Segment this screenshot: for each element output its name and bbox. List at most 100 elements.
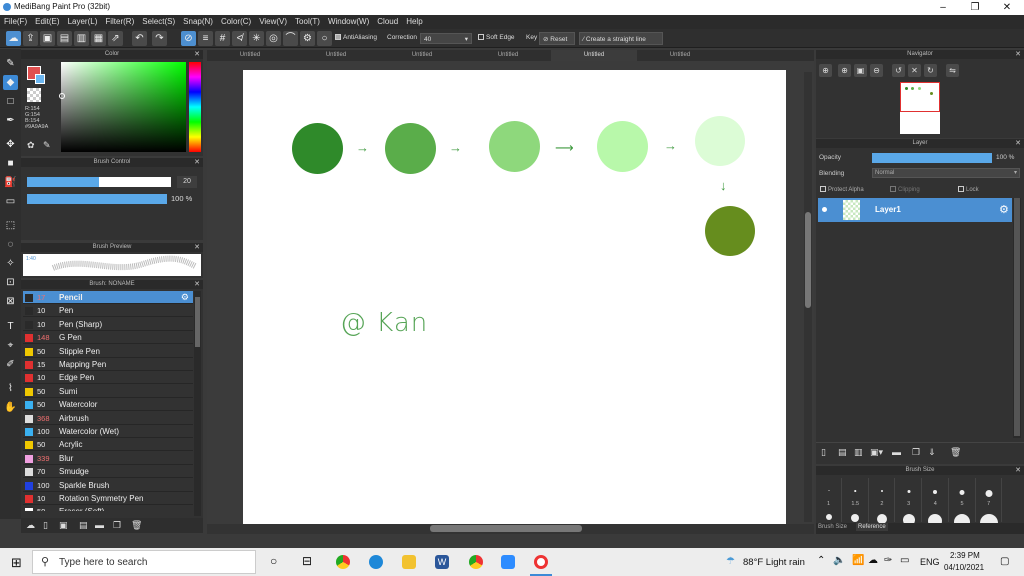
clipping-checkbox[interactable]: Clipping	[890, 186, 920, 193]
dot-tool-icon[interactable]: □	[3, 94, 18, 109]
saturation-value-picker[interactable]	[59, 62, 186, 152]
brush-size-cell[interactable]: 4	[923, 478, 949, 528]
flip-icon[interactable]: ⇋	[946, 64, 959, 77]
layer-row[interactable]: Layer1 ⚙	[818, 198, 1012, 222]
drawing-canvas[interactable]: → → ⟶ → ↓ @ Kan	[243, 70, 786, 525]
brush-item[interactable]: 15 Mapping Pen	[23, 358, 193, 371]
brush-size-cell[interactable]: 1	[816, 478, 842, 522]
minimize-icon[interactable]: –	[926, 0, 960, 15]
brush-item[interactable]: 50 Stipple Pen	[23, 345, 193, 358]
select-eraser-tool-icon[interactable]: ⊠	[3, 294, 18, 309]
battery-icon[interactable]: ▭	[900, 555, 909, 566]
text-tool-icon[interactable]: T	[3, 319, 18, 334]
rotate-left-icon[interactable]: ↺	[892, 64, 905, 77]
chrome-icon[interactable]	[336, 555, 350, 569]
blending-select[interactable]: Normal ▾	[872, 168, 1020, 178]
clock-time[interactable]: 2:39 PM	[950, 551, 980, 560]
close-icon[interactable]: ✕	[1015, 50, 1021, 59]
windows-start-icon[interactable]: ⊞	[11, 555, 22, 571]
network-icon[interactable]: 📶	[852, 555, 864, 566]
volume-icon[interactable]: 🔈	[833, 555, 845, 566]
task-view-icon[interactable]: ○	[270, 554, 277, 568]
menu-tool[interactable]: Tool(T)	[291, 15, 324, 29]
select-pen-tool-icon[interactable]: ⊡	[3, 275, 18, 290]
zoom-in-icon[interactable]: ⊕	[838, 64, 851, 77]
file-explorer-icon[interactable]	[402, 555, 416, 569]
brush-item[interactable]: 10 Pen	[23, 304, 193, 318]
redo-icon[interactable]: ↷	[152, 31, 167, 46]
canvas-horizontal-scrollbar[interactable]	[207, 524, 814, 534]
zoom-icon[interactable]: ⊕	[819, 64, 832, 77]
brush-item[interactable]: 148 G Pen	[23, 331, 193, 345]
brush-tool-icon[interactable]: ✎	[3, 56, 18, 71]
curve-snap-icon[interactable]: ⌒	[283, 31, 298, 46]
clock-date[interactable]: 04/10/2021	[944, 563, 984, 572]
menu-view[interactable]: View(V)	[255, 15, 291, 29]
menu-edit[interactable]: Edit(E)	[31, 15, 63, 29]
concentric-snap-icon[interactable]: ◎	[266, 31, 281, 46]
brush-item[interactable]: 100 Watercolor (Wet)	[23, 425, 193, 438]
radial-snap-icon[interactable]: ✳	[249, 31, 264, 46]
brush-item[interactable]: 10 Edge Pen	[23, 371, 193, 385]
correction-select[interactable]: 40 ▾	[420, 33, 472, 44]
add-layer-menu-icon[interactable]: ▣▾	[870, 447, 883, 458]
menu-window[interactable]: Window(W)	[324, 15, 373, 29]
merge-layer-icon[interactable]: ⇓	[928, 447, 936, 458]
hue-slider[interactable]	[189, 62, 201, 152]
panel-icon[interactable]: ▦	[91, 31, 106, 46]
rotate-right-icon[interactable]: ↻	[924, 64, 937, 77]
picker-icon[interactable]: ✎	[43, 140, 51, 151]
tab-untitled-3[interactable]: Untitled	[379, 50, 465, 61]
brush-item[interactable]: 10 Rotation Symmetry Pen	[23, 492, 193, 505]
brush-item[interactable]: 10 Pen (Sharp)	[23, 318, 193, 331]
folder-icon[interactable]: ▬	[95, 520, 104, 530]
eyedropper-tool-icon[interactable]: ⌇	[3, 381, 18, 396]
folder-icon[interactable]: ▬	[892, 447, 901, 457]
scrollbar-thumb[interactable]	[805, 212, 811, 308]
pen-tool-icon[interactable]: ✒	[3, 113, 18, 128]
brush-item[interactable]: 50 Acrylic	[23, 438, 193, 452]
operation-tool-icon[interactable]: ⌖	[3, 338, 18, 353]
eraser-tool-icon[interactable]: ◆	[3, 75, 18, 90]
brush-size-cell[interactable]: 3	[896, 478, 923, 526]
move-tool-icon[interactable]: ✥	[3, 137, 18, 152]
divide-tool-icon[interactable]: ✐	[3, 357, 18, 372]
language-indicator[interactable]: ENG	[920, 557, 940, 567]
layer-name[interactable]: Layer1	[875, 205, 901, 214]
transparent-swatch[interactable]	[27, 88, 41, 102]
brush-item[interactable]: 50 Eraser (Soft)	[23, 505, 193, 511]
reset-view-icon[interactable]: ✕	[908, 64, 921, 77]
grid-snap-icon[interactable]: #	[215, 31, 230, 46]
cloud-sync-icon[interactable]: ☁	[868, 555, 878, 566]
brush-size-slider[interactable]	[27, 177, 171, 187]
close-icon[interactable]: ✕	[1015, 139, 1021, 148]
export-icon[interactable]: ⇗	[108, 31, 123, 46]
tab-untitled-5[interactable]: Untitled	[551, 50, 637, 61]
menu-file[interactable]: File(F)	[0, 15, 31, 29]
cloud-brush-icon[interactable]: ☁	[26, 520, 35, 531]
brush-item[interactable]: 17 Pencil ⚙	[23, 291, 193, 304]
chrome-profile-icon[interactable]	[469, 555, 483, 569]
bucket-tool-icon[interactable]: ⛽	[3, 175, 18, 190]
new-layer-icon[interactable]: ▯	[821, 447, 826, 458]
lock-checkbox[interactable]: Lock	[958, 186, 979, 193]
brush-settings-icon[interactable]: ⚙	[181, 291, 189, 304]
tab-untitled-2[interactable]: Untitled	[293, 50, 379, 61]
menu-cloud[interactable]: Cloud	[373, 15, 402, 29]
brush-item[interactable]: 368 Airbrush	[23, 412, 193, 425]
scrollbar-thumb[interactable]	[1014, 198, 1020, 436]
picker-cursor[interactable]	[59, 93, 65, 99]
close-icon[interactable]: ✕	[194, 50, 200, 59]
brush-item[interactable]: 70 Smudge	[23, 465, 193, 479]
tab-untitled-1[interactable]: Untitled	[207, 50, 293, 61]
brush-settings-icon[interactable]: ▤	[79, 520, 88, 531]
close-icon[interactable]: ✕	[194, 158, 200, 167]
tab-untitled-6[interactable]: Untitled	[637, 50, 723, 61]
brush-opacity-slider[interactable]	[27, 194, 167, 204]
gradient-tool-icon[interactable]: ▭	[3, 194, 18, 209]
zoom-out-icon[interactable]: ⊖	[870, 64, 883, 77]
brush-size-cell[interactable]: 7	[976, 478, 1003, 532]
brush-list-scrollbar[interactable]	[194, 291, 201, 516]
menu-help[interactable]: Help	[402, 15, 426, 29]
visibility-icon[interactable]	[822, 207, 827, 212]
